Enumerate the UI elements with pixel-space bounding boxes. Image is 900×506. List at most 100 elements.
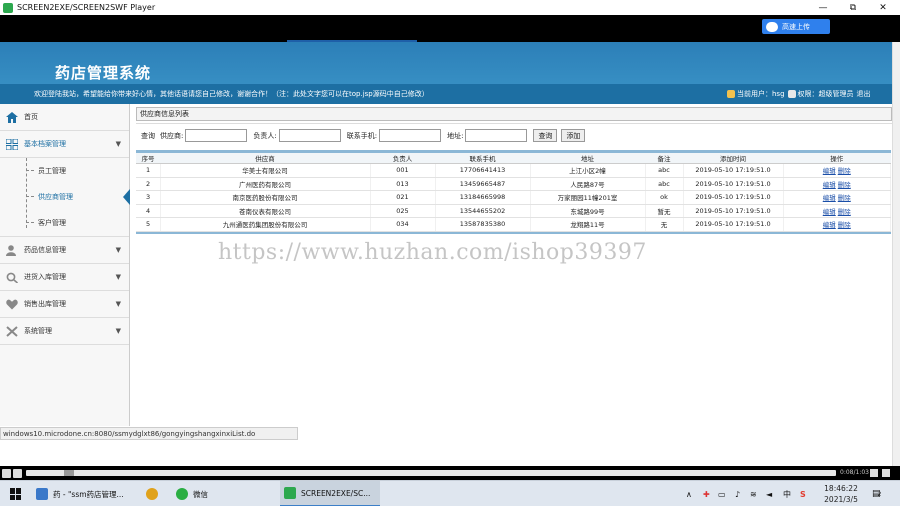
cell-note: abc xyxy=(645,163,684,178)
sidebar-item-basic[interactable]: 基本档案管理 ▼ xyxy=(0,131,129,158)
tray-volume-icon[interactable]: ◄ xyxy=(766,481,772,506)
sidebar-item-supplier[interactable]: 供应商管理 xyxy=(0,184,130,210)
delete-link[interactable]: 删除 xyxy=(838,208,851,216)
tray-network-icon[interactable]: ✚ xyxy=(703,481,710,506)
chevron-down-icon: ▼ xyxy=(115,140,121,148)
cell-index: 5 xyxy=(136,217,161,232)
col-header-ops: 操作 xyxy=(783,151,891,164)
delete-link[interactable]: 删除 xyxy=(838,167,851,175)
key-icon xyxy=(787,90,796,98)
cell-phone: 17706641413 xyxy=(435,163,531,178)
welcome-bar: 欢迎登陆我站，希望能给你带来好心情，其他话语请您自己修改，谢谢合作！（注：此处文… xyxy=(0,84,892,104)
add-button[interactable]: 添加 xyxy=(561,129,586,142)
clock-date: 2021/3/5 xyxy=(824,495,858,504)
cell-owner: 025 xyxy=(370,204,436,218)
edit-link[interactable]: 编辑 xyxy=(823,221,836,229)
cell-ops: 编辑 删除 xyxy=(783,204,891,218)
address-input[interactable] xyxy=(465,129,528,142)
pause-icon[interactable] xyxy=(2,468,11,478)
player-control-bar: 0:08/1:03 xyxy=(0,466,900,480)
cell-phone: 13184665998 xyxy=(435,190,531,205)
cloud-icon xyxy=(766,21,778,32)
tree-tick xyxy=(26,222,34,223)
edit-link[interactable]: 编辑 xyxy=(823,194,836,202)
delete-link[interactable]: 删除 xyxy=(838,194,851,202)
seek-knob[interactable] xyxy=(64,470,74,476)
maximize-button[interactable]: ⧉ xyxy=(838,0,868,15)
chrome-icon xyxy=(146,488,158,500)
taskbar-item-wechat[interactable]: 微信 xyxy=(176,481,226,506)
cell-address: 东城路99号 xyxy=(530,204,646,218)
col-header-address: 地址 xyxy=(530,151,645,164)
taskbar-clock[interactable]: 18:46:22 2021/3/5 xyxy=(818,483,864,505)
table-row: 5 九州通医药集团股份有限公司 034 13587835380 龙翔路11号 无… xyxy=(136,217,891,232)
cell-ops: 编辑 删除 xyxy=(783,177,891,191)
chevron-down-icon: ▼ xyxy=(115,327,121,335)
taskbar-item-ide[interactable]: 药 - "ssm药店管理... xyxy=(36,481,142,506)
delete-link[interactable]: 删除 xyxy=(838,221,851,229)
logout-link[interactable]: 退出 xyxy=(857,89,871,99)
ide-icon xyxy=(36,488,48,500)
tree-tick xyxy=(26,196,34,197)
chevron-down-icon: ▼ xyxy=(115,273,121,281)
watermark-text: https://www.huzhan.com/ishop39397 xyxy=(218,240,647,265)
sidebar-item-stock-in[interactable]: 进货入库管理 ▼ xyxy=(0,264,129,291)
replay-icon[interactable] xyxy=(13,468,22,478)
sidebar-item-label: 药品信息管理 xyxy=(24,246,66,254)
tray-sogou-icon[interactable]: S xyxy=(800,481,806,506)
active-indicator-icon xyxy=(123,189,130,205)
address-label: 地址: xyxy=(447,131,464,140)
edit-link[interactable]: 编辑 xyxy=(823,208,836,216)
sidebar-item-label: 基本档案管理 xyxy=(24,140,66,148)
seek-bar[interactable] xyxy=(26,470,836,476)
windows-start-icon[interactable] xyxy=(10,488,22,500)
cell-owner: 034 xyxy=(370,217,436,232)
notification-icon[interactable]: ▤ 2 xyxy=(872,481,881,506)
edit-link[interactable]: 编辑 xyxy=(823,167,836,175)
cell-note: ok xyxy=(645,190,684,205)
cell-time: 2019-05-10 17:19:51.0 xyxy=(683,190,784,205)
cell-owner: 021 xyxy=(370,190,436,205)
sidebar-item-label: 进货入库管理 xyxy=(24,273,66,281)
taskbar-item-chrome[interactable] xyxy=(146,481,168,506)
supplier-input[interactable] xyxy=(185,129,248,142)
heart-icon xyxy=(6,299,18,309)
tray-wifi-icon[interactable]: ≋ xyxy=(750,481,757,506)
volume-icon[interactable] xyxy=(870,469,878,477)
close-button[interactable]: ✕ xyxy=(868,0,898,15)
query-button[interactable]: 查询 xyxy=(533,129,558,142)
edit-link[interactable]: 编辑 xyxy=(823,181,836,189)
minimize-button[interactable]: — xyxy=(808,0,838,15)
contact-input[interactable] xyxy=(278,129,341,142)
sidebar-item-home[interactable]: 首页 xyxy=(0,104,129,131)
sidebar-item-drug[interactable]: 药品信息管理 ▼ xyxy=(0,237,129,264)
col-header-phone: 联系手机 xyxy=(435,151,530,164)
panel-title: 供应商信息列表 xyxy=(136,107,892,121)
tray-mic-icon[interactable]: ♪ xyxy=(735,481,740,506)
sidebar-item-staff[interactable]: 员工管理 xyxy=(0,158,129,184)
supplier-label: 供应商: xyxy=(160,131,184,140)
upload-button[interactable]: 高速上传 xyxy=(762,19,830,34)
sidebar-item-system[interactable]: 系统管理 ▼ xyxy=(0,318,129,345)
fullscreen-icon[interactable] xyxy=(882,469,890,477)
grid-icon xyxy=(6,138,18,150)
window-title: SCREEN2EXE/SCREEN2SWF Player xyxy=(17,3,156,12)
sidebar-item-sales-out[interactable]: 销售出库管理 ▼ xyxy=(0,291,129,318)
sidebar-item-label: 客户管理 xyxy=(38,219,66,227)
main-content: 供应商信息列表 查询 供应商: 负责人: 联系手机: 地址: 查询 添加 序号 … xyxy=(136,107,892,234)
sidebar-item-customer[interactable]: 客户管理 xyxy=(0,210,129,236)
phone-label: 联系手机: xyxy=(346,131,378,140)
table-bottom-border xyxy=(136,231,891,234)
user-info: 当前用户：hsg 权限：超级管理员 退出 xyxy=(727,89,871,99)
vertical-scrollbar[interactable] xyxy=(892,42,900,482)
taskbar-item-player[interactable]: SCREEN2EXE/SC... xyxy=(280,481,380,506)
table-row: 1 华美士有限公司 001 17706641413 上江小区2幢 abc 201… xyxy=(136,163,891,178)
cell-supplier: 苍南仪表有限公司 xyxy=(160,204,371,218)
cell-supplier: 南京医药股份有限公司 xyxy=(160,190,371,205)
tray-display-icon[interactable]: ▭ xyxy=(718,481,726,506)
delete-link[interactable]: 删除 xyxy=(838,181,851,189)
phone-input[interactable] xyxy=(379,129,442,142)
cell-ops: 编辑 删除 xyxy=(783,190,891,205)
tray-ime[interactable]: 中 xyxy=(783,481,791,506)
tray-chevron-up-icon[interactable]: ∧ xyxy=(686,481,692,506)
